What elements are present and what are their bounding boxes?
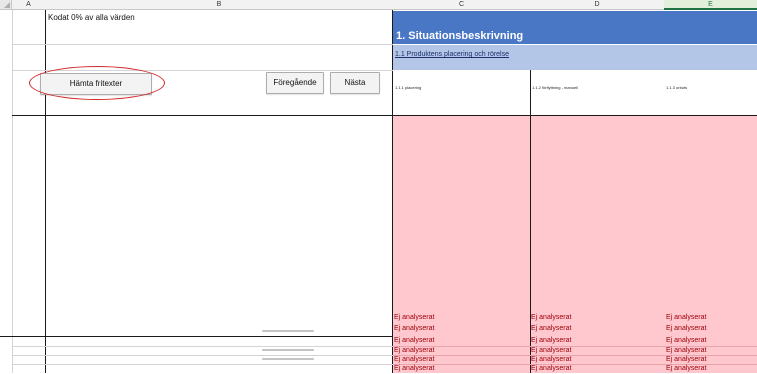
- coverage-text: Kodat 0% av alla värden: [48, 13, 135, 22]
- column-header-c[interactable]: C: [393, 0, 530, 10]
- blurred-text: [262, 358, 314, 360]
- select-all-corner[interactable]: [0, 0, 12, 10]
- row-gridline: [12, 346, 393, 347]
- status-cell[interactable]: Ej analyserat: [531, 336, 571, 346]
- row-gridline: [12, 364, 393, 365]
- row-gridline: [12, 355, 393, 356]
- column-header-a[interactable]: A: [12, 0, 45, 10]
- blurred-text: [262, 349, 314, 351]
- status-cell[interactable]: Ej analyserat: [531, 324, 571, 334]
- status-cell[interactable]: Ej analyserat: [666, 324, 706, 334]
- select-all-icon: [4, 2, 10, 8]
- status-cell[interactable]: Ej analyserat: [394, 324, 434, 334]
- sub-header-d: 1.1.2 förflyttning - manuell: [532, 85, 579, 90]
- blurred-text: [262, 330, 314, 332]
- highlight-oval: [29, 66, 165, 100]
- status-cell[interactable]: Ej analyserat: [394, 313, 434, 323]
- gridline: [12, 10, 13, 373]
- column-header-b[interactable]: B: [45, 0, 393, 10]
- row-gridline: [12, 44, 393, 45]
- sub-header-c: 1.1.1 placering: [395, 85, 422, 90]
- status-cell[interactable]: Ej analyserat: [666, 313, 706, 323]
- subsection-title: 1.1 Produktens placering och rörelse: [395, 51, 510, 58]
- status-cell[interactable]: Ej analyserat: [394, 336, 434, 346]
- status-cell[interactable]: Ej analyserat: [666, 336, 706, 346]
- previous-button[interactable]: Föregående: [266, 72, 324, 94]
- column-header-d[interactable]: D: [530, 0, 664, 10]
- status-cell[interactable]: Ej analyserat: [531, 313, 571, 323]
- section-title: 1. Situationsbeskrivning: [396, 30, 524, 42]
- column-border-d: [530, 116, 531, 373]
- column-border-b: [45, 10, 46, 373]
- sub-header-e: 1.1.3 orbots: [666, 85, 688, 90]
- column-header-e[interactable]: E: [664, 0, 757, 10]
- not-analyzed-area: [393, 116, 757, 373]
- next-button[interactable]: Nästa: [330, 72, 380, 94]
